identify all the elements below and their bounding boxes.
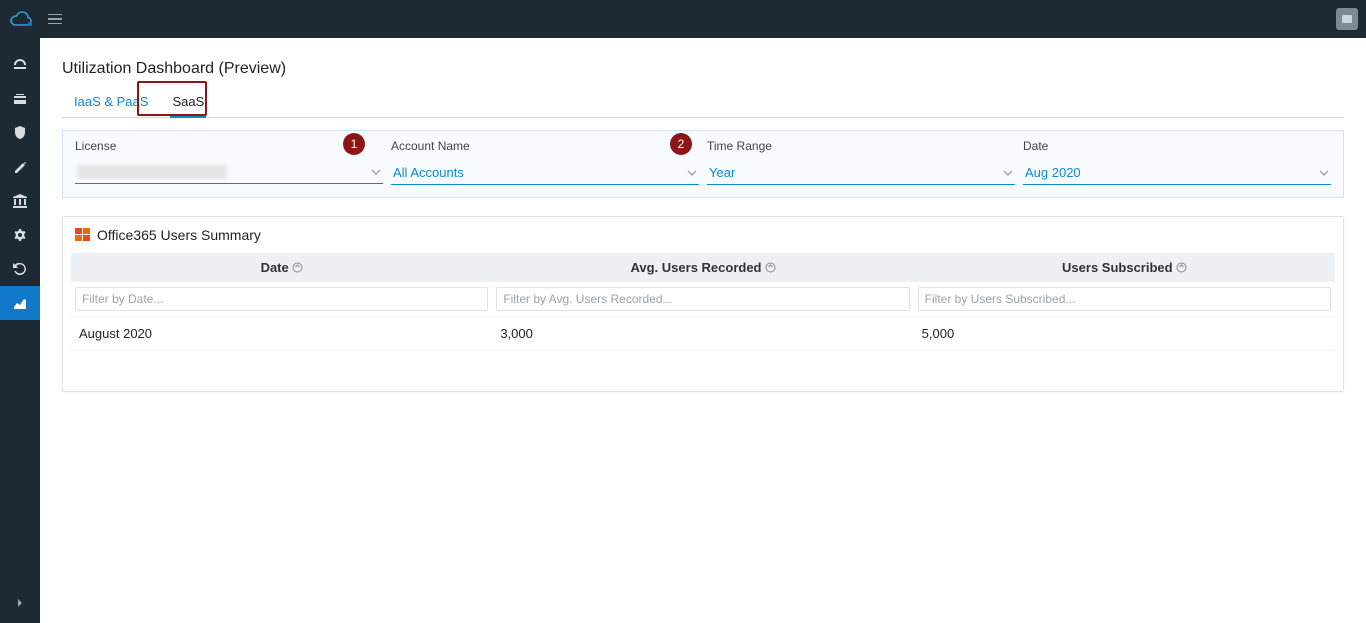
table-row: August 2020 3,000 5,000 <box>71 317 1335 351</box>
filter-date-input[interactable] <box>75 287 488 311</box>
card-title: Office365 Users Summary <box>75 227 1335 243</box>
filter-license-label: License <box>75 139 383 153</box>
sidebar-item-security[interactable] <box>0 116 40 150</box>
sidebar-item-accounts[interactable] <box>0 82 40 116</box>
sidebar-item-policies[interactable] <box>0 150 40 184</box>
col-date-header[interactable]: Date <box>71 253 492 282</box>
callout-2: 2 <box>670 133 692 155</box>
main-content: Utilization Dashboard (Preview) IaaS & P… <box>40 38 1366 623</box>
summary-table: Date Avg. Users Recorded Users Subscribe… <box>71 253 1335 385</box>
sidebar <box>0 38 40 623</box>
chevron-down-icon <box>687 168 697 178</box>
filter-account-select[interactable]: All Accounts <box>391 163 699 185</box>
filter-account-label: Account Name <box>391 139 699 153</box>
filter-date-value: Aug 2020 <box>1025 165 1081 180</box>
filter-account-value: All Accounts <box>393 165 464 180</box>
office365-icon <box>75 228 91 242</box>
filter-timerange-label: Time Range <box>707 139 1015 153</box>
sidebar-item-dashboard[interactable] <box>0 48 40 82</box>
cell-date: August 2020 <box>71 317 492 351</box>
filter-license-select[interactable] <box>75 163 383 184</box>
page-title: Utilization Dashboard (Preview) <box>62 60 1344 78</box>
col-avg-users-header[interactable]: Avg. Users Recorded <box>492 253 913 282</box>
table-spacer <box>71 351 1335 385</box>
cell-avg-users: 3,000 <box>492 317 913 351</box>
tab-iaas-paas[interactable]: IaaS & PaaS <box>62 88 160 117</box>
sort-icon <box>292 262 303 273</box>
cell-users-subscribed: 5,000 <box>914 317 1335 351</box>
sidebar-item-governance[interactable] <box>0 184 40 218</box>
sidebar-item-analytics[interactable] <box>0 286 40 320</box>
user-avatar[interactable] <box>1336 8 1358 30</box>
filter-date-label: Date <box>1023 139 1331 153</box>
filter-bar: 1 2 License Account Name All Accounts Ti… <box>62 130 1344 198</box>
filter-timerange-value: Year <box>709 165 735 180</box>
chevron-down-icon <box>371 167 381 177</box>
sidebar-item-history[interactable] <box>0 252 40 286</box>
callout-1: 1 <box>343 133 365 155</box>
sidebar-expand[interactable] <box>0 597 40 609</box>
topbar <box>0 0 1366 38</box>
sort-icon <box>765 262 776 273</box>
filter-timerange-select[interactable]: Year <box>707 163 1015 185</box>
table-filter-row <box>71 282 1335 317</box>
card-office365-summary: Office365 Users Summary Date Avg. Users … <box>62 216 1344 392</box>
filter-license-value <box>77 165 227 179</box>
filter-avg-users-input[interactable] <box>496 287 909 311</box>
app-logo-icon <box>8 10 34 28</box>
filter-date-select[interactable]: Aug 2020 <box>1023 163 1331 185</box>
tab-saas[interactable]: SaaS <box>160 88 216 117</box>
chevron-down-icon <box>1319 168 1329 178</box>
menu-toggle-icon[interactable] <box>44 10 66 29</box>
filter-users-subscribed-input[interactable] <box>918 287 1331 311</box>
card-title-text: Office365 Users Summary <box>97 227 261 243</box>
sidebar-item-settings[interactable] <box>0 218 40 252</box>
sort-icon <box>1176 262 1187 273</box>
chevron-down-icon <box>1003 168 1013 178</box>
tabs: IaaS & PaaS SaaS <box>62 88 1344 118</box>
col-users-subscribed-header[interactable]: Users Subscribed <box>914 253 1335 282</box>
